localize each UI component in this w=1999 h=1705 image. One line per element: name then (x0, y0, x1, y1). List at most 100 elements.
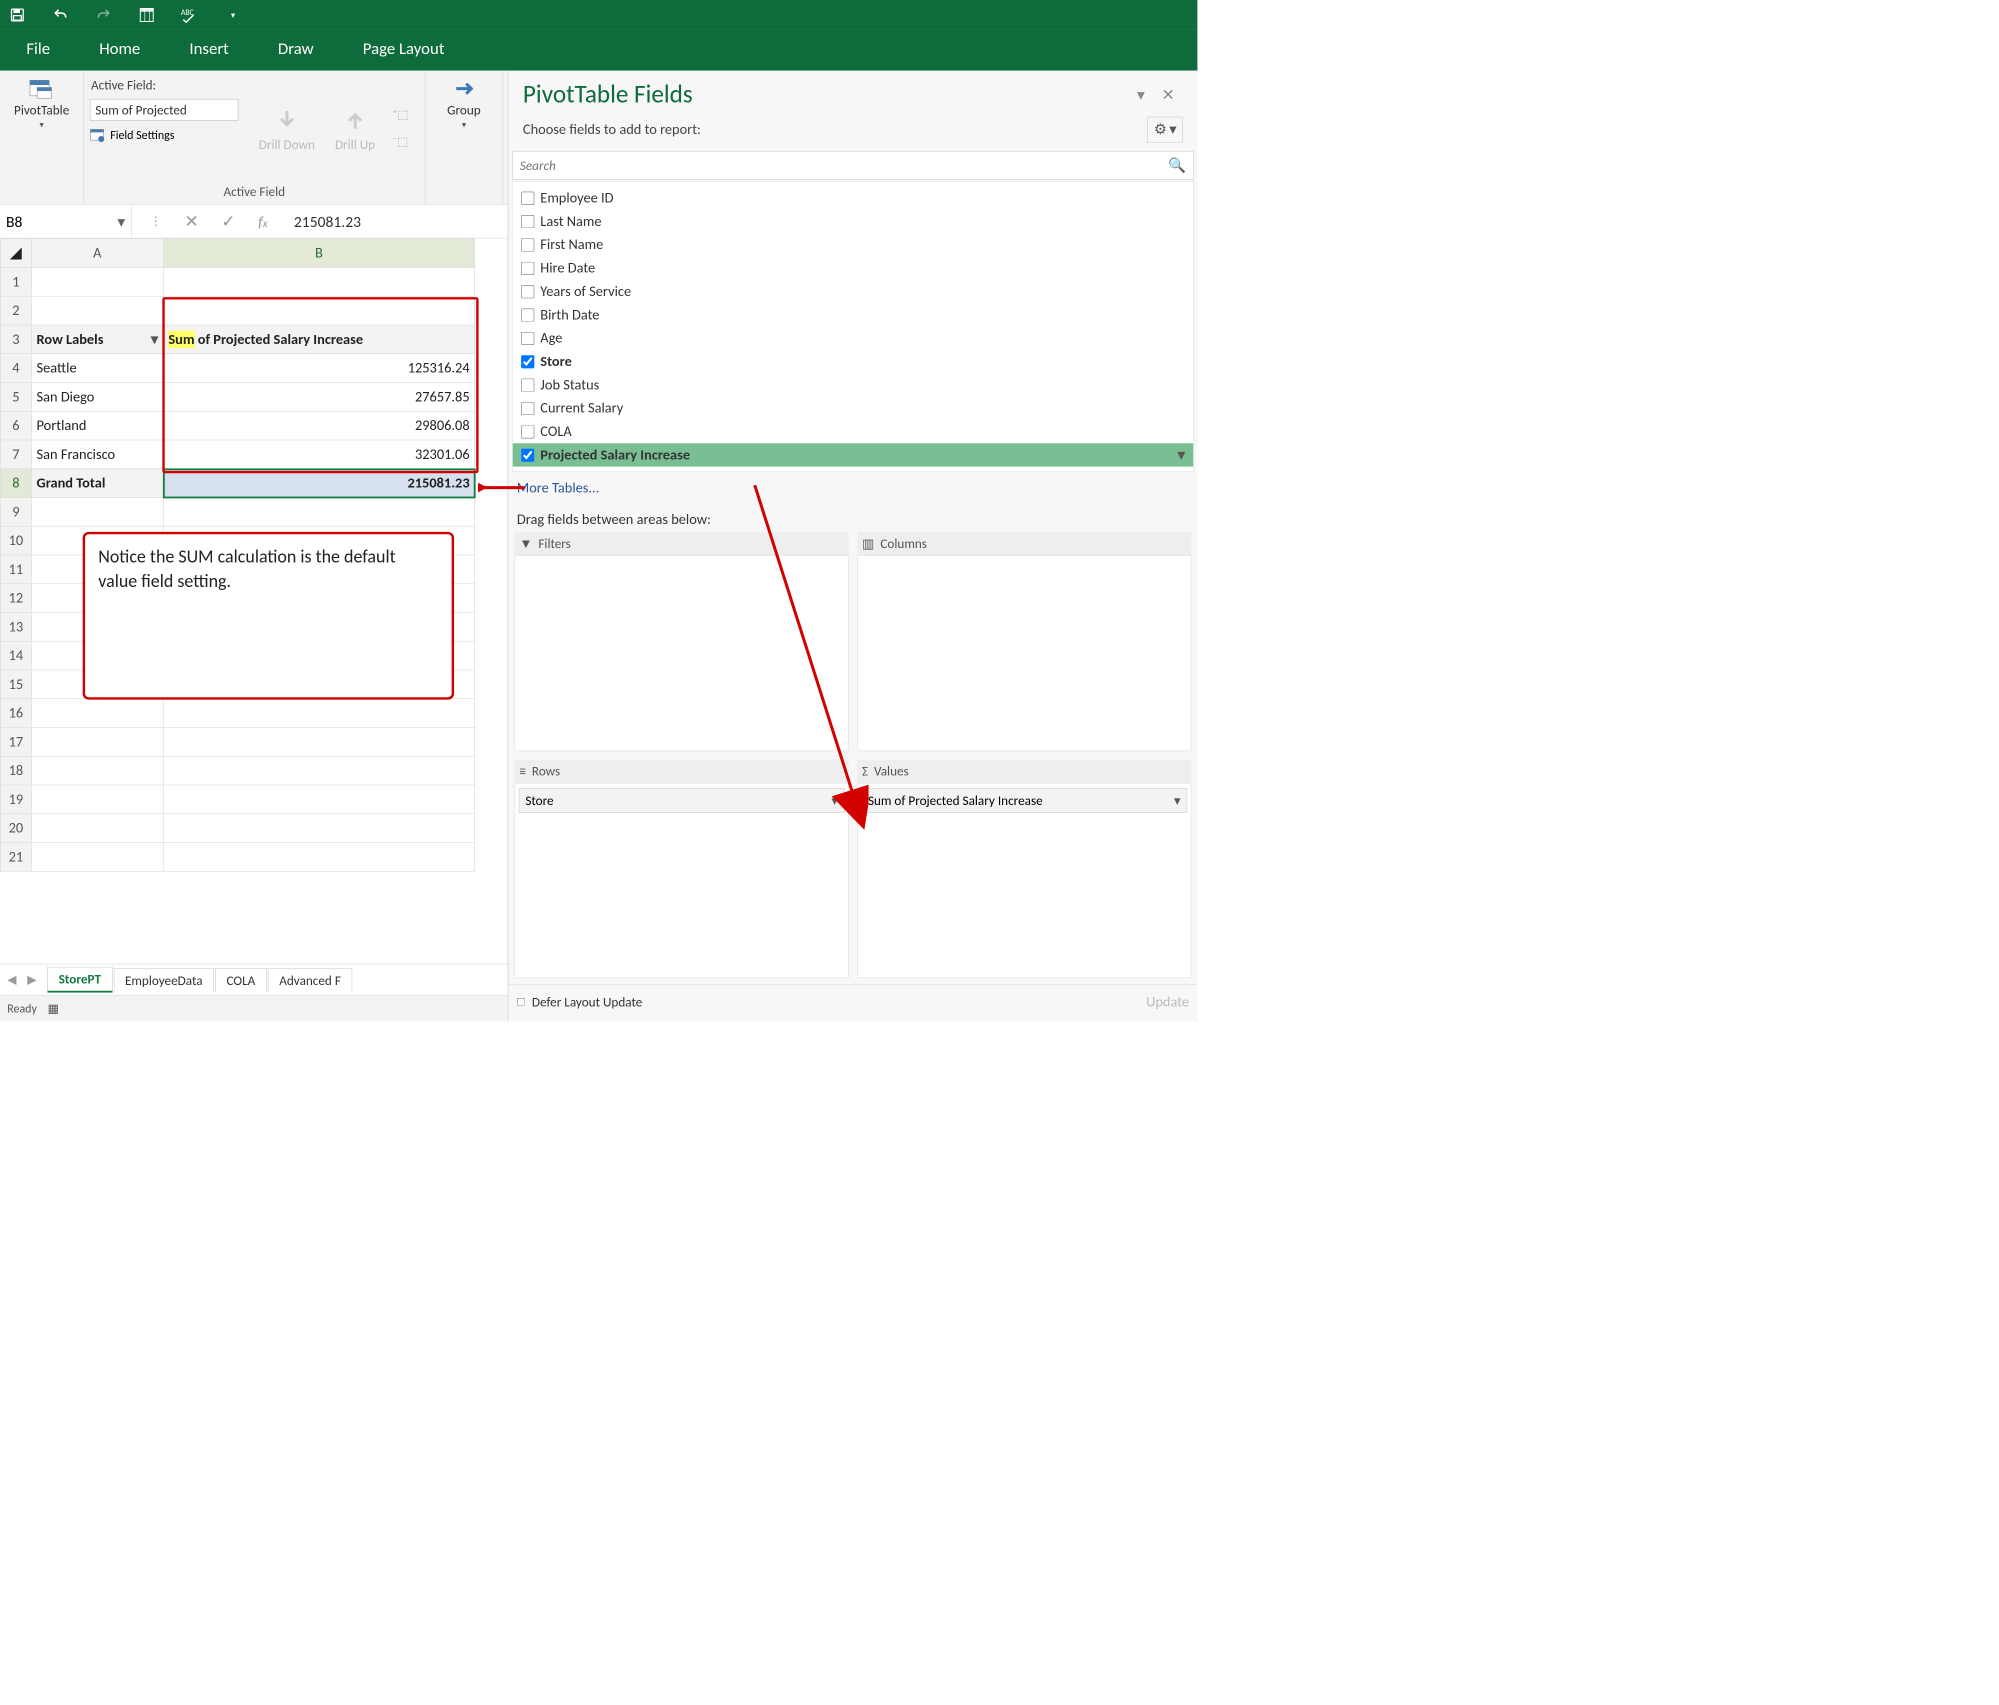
field-checkbox[interactable] (521, 215, 534, 228)
spreadsheet-grid[interactable]: ◢ A B 1 2 3 Row Labels ▾ Sum of Projecte… (0, 238, 507, 963)
field-cola[interactable]: COLA (513, 420, 1193, 443)
cancel-formula-icon[interactable]: ✕ (184, 211, 198, 232)
tab-home[interactable]: Home (85, 31, 155, 64)
enter-formula-icon[interactable]: ✓ (221, 211, 235, 232)
field-checkbox[interactable] (521, 448, 534, 461)
pivot-insert-icon[interactable] (138, 6, 156, 24)
field-projected-salary-increase[interactable]: Projected Salary Increase▾ (513, 443, 1193, 466)
row-header[interactable]: 3 (0, 325, 31, 354)
field-checkbox[interactable] (521, 402, 534, 415)
row-header[interactable]: 8 (0, 469, 31, 498)
field-search[interactable]: 🔍 (512, 151, 1194, 180)
row-header[interactable]: 11 (0, 555, 31, 584)
row-header[interactable]: 4 (0, 354, 31, 383)
macro-record-icon[interactable]: ▦ (48, 1001, 59, 1016)
sheet-tab-employeedata[interactable]: EmployeeData (114, 968, 214, 992)
pivot-row-label[interactable]: Seattle (31, 354, 163, 383)
row-header[interactable]: 13 (0, 612, 31, 641)
save-icon[interactable] (8, 6, 26, 24)
field-checkbox[interactable] (521, 238, 534, 251)
pivot-value-header[interactable]: Sum of Projected Salary Increase (163, 325, 474, 354)
col-header-B[interactable]: B (163, 239, 474, 268)
customize-qat-icon[interactable]: ▾ (224, 6, 242, 24)
fx-icon[interactable]: fx (258, 212, 267, 231)
pivottable-button[interactable]: PivotTable ▾ (6, 74, 77, 132)
group-button[interactable]: Group ▾ (431, 74, 496, 132)
pivot-grand-total-value[interactable]: 215081.23 (163, 469, 474, 498)
expand-field-icon[interactable]: ⁺⬚ (393, 107, 409, 122)
sheet-tab-cola[interactable]: COLA (215, 968, 267, 992)
row-header[interactable]: 1 (0, 267, 31, 296)
field-checkbox[interactable] (521, 332, 534, 345)
redo-icon[interactable] (95, 6, 113, 24)
field-age[interactable]: Age (513, 326, 1193, 349)
field-checkbox[interactable] (521, 261, 534, 274)
pivot-value[interactable]: 27657.85 (163, 382, 474, 411)
field-search-input[interactable] (520, 157, 1168, 173)
row-header[interactable]: 5 (0, 382, 31, 411)
row-header[interactable]: 19 (0, 785, 31, 814)
formula-value[interactable]: 215081.23 (286, 212, 361, 231)
row-header[interactable]: 6 (0, 411, 31, 440)
field-checkbox[interactable] (521, 285, 534, 298)
defer-layout-checkbox[interactable] (517, 998, 525, 1006)
pivot-value[interactable]: 125316.24 (163, 354, 474, 383)
sheet-tab-storept[interactable]: StorePT (47, 967, 112, 993)
more-tables-link[interactable]: More Tables... (509, 472, 1198, 500)
row-header[interactable]: 2 (0, 296, 31, 325)
pivot-grand-total-label[interactable]: Grand Total (31, 469, 163, 498)
field-checkbox[interactable] (521, 308, 534, 321)
row-header[interactable]: 16 (0, 699, 31, 728)
row-header[interactable]: 20 (0, 814, 31, 843)
pivot-row-label[interactable]: San Diego (31, 382, 163, 411)
filters-area[interactable]: ▼Filters (515, 532, 849, 751)
field-current-salary[interactable]: Current Salary (513, 397, 1193, 420)
pane-options-icon[interactable]: ▾ (1129, 81, 1154, 107)
tab-draw[interactable]: Draw (264, 31, 328, 64)
undo-icon[interactable] (52, 6, 70, 24)
pivot-value[interactable]: 32301.06 (163, 440, 474, 469)
active-field-name[interactable]: Sum of Projected (90, 99, 239, 121)
pivot-row-label[interactable]: San Francisco (31, 440, 163, 469)
row-header[interactable]: 14 (0, 641, 31, 670)
field-employee-id[interactable]: Employee ID (513, 186, 1193, 209)
pivot-row-label[interactable]: Portland (31, 411, 163, 440)
field-store[interactable]: Store (513, 350, 1193, 373)
values-chip-sum[interactable]: Sum of Projected Salary Increase▾ (861, 788, 1187, 813)
values-area[interactable]: ΣValues Sum of Projected Salary Increase… (857, 759, 1191, 978)
pane-close-icon[interactable]: ✕ (1153, 81, 1183, 107)
row-header[interactable]: 15 (0, 670, 31, 699)
col-header-A[interactable]: A (31, 239, 163, 268)
field-checkbox[interactable] (521, 378, 534, 391)
field-checkbox[interactable] (521, 425, 534, 438)
row-header[interactable]: 21 (0, 842, 31, 871)
tab-file[interactable]: File (12, 31, 65, 64)
row-header[interactable]: 9 (0, 497, 31, 526)
field-hire-date[interactable]: Hire Date (513, 256, 1193, 279)
pivot-row-labels-header[interactable]: Row Labels ▾ (31, 325, 163, 354)
sheet-nav-next-icon[interactable]: ▶ (27, 972, 36, 987)
field-first-name[interactable]: First Name (513, 233, 1193, 256)
field-checkbox[interactable] (521, 355, 534, 368)
pivot-value[interactable]: 29806.08 (163, 411, 474, 440)
field-job-status[interactable]: Job Status (513, 373, 1193, 396)
rows-area[interactable]: ≡Rows Store▾ (515, 759, 849, 978)
rows-chip-store[interactable]: Store▾ (519, 788, 845, 813)
name-box[interactable]: B8▾ (0, 205, 132, 238)
sheet-nav-prev-icon[interactable]: ◀ (7, 972, 16, 987)
pane-layout-button[interactable]: ⚙▾ (1147, 117, 1183, 143)
tab-insert[interactable]: Insert (175, 31, 243, 64)
field-years-of-service[interactable]: Years of Service (513, 280, 1193, 303)
field-dropdown-icon[interactable]: ▾ (1178, 446, 1185, 463)
row-header[interactable]: 7 (0, 440, 31, 469)
field-checkbox[interactable] (521, 191, 534, 204)
row-header[interactable]: 17 (0, 727, 31, 756)
row-header[interactable]: 10 (0, 526, 31, 555)
field-last-name[interactable]: Last Name (513, 210, 1193, 233)
collapse-field-icon[interactable]: ⁻⬚ (393, 134, 409, 149)
columns-area[interactable]: ▥Columns (857, 532, 1191, 751)
select-all-corner[interactable]: ◢ (0, 239, 31, 268)
row-header[interactable]: 18 (0, 756, 31, 785)
sheet-tab-advanced[interactable]: Advanced F (268, 968, 352, 992)
tab-page-layout[interactable]: Page Layout (348, 31, 458, 64)
